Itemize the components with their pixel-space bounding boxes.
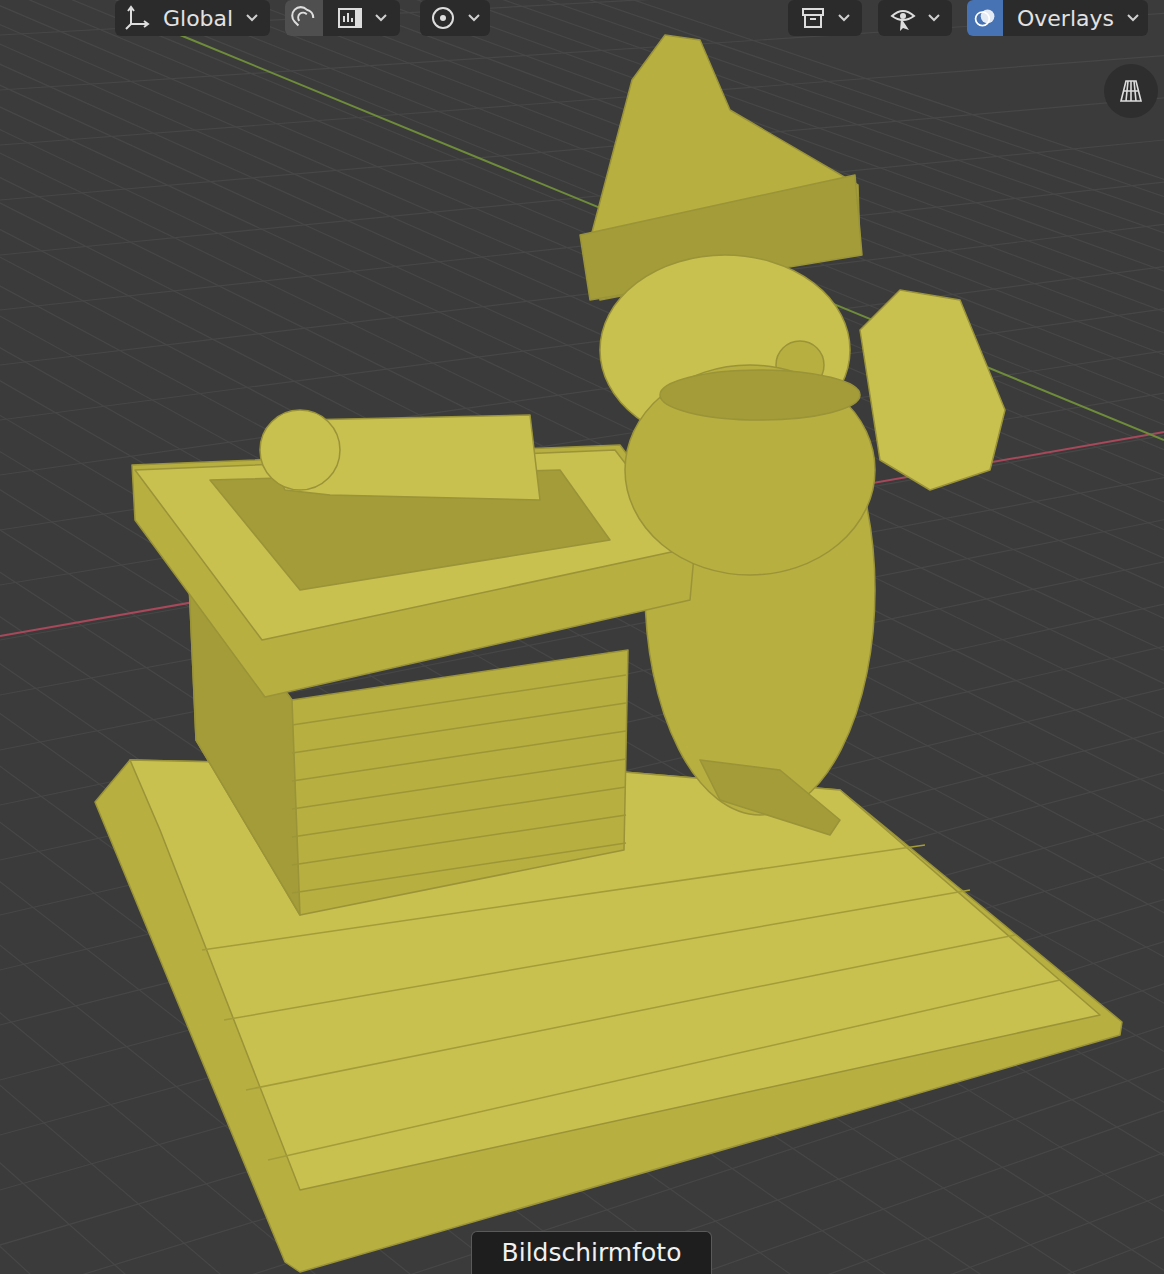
screenshot-tooltip: Bildschirmfoto — [471, 1231, 712, 1274]
chevron-down-icon — [467, 13, 481, 23]
snap-increment-icon — [336, 4, 364, 32]
transform-axes-icon — [123, 4, 151, 32]
overlays-toggle[interactable] — [967, 0, 1003, 36]
overlays-label: Overlays — [1017, 6, 1114, 31]
orientation-dropdown[interactable]: Global — [115, 0, 270, 36]
chevron-down-icon — [1126, 13, 1140, 23]
chevron-down-icon — [837, 13, 851, 23]
orientation-label: Global — [163, 6, 233, 31]
gizmos-dropdown[interactable] — [878, 0, 952, 36]
viewport-header: Global Overlays — [0, 0, 1164, 38]
snap-toggle[interactable] — [285, 0, 323, 36]
overlays-group: Overlays — [967, 0, 1148, 36]
collection-box-icon — [799, 4, 827, 32]
gizmo-eye-icon — [889, 4, 917, 32]
gnome-model[interactable] — [95, 35, 1122, 1272]
tooltip-label: Bildschirmfoto — [502, 1238, 682, 1267]
chevron-down-icon — [927, 13, 941, 23]
overlays-icon — [973, 4, 997, 32]
snap-target-dropdown[interactable] — [323, 0, 400, 36]
object-types-dropdown[interactable] — [788, 0, 862, 36]
proportional-editing-dropdown[interactable] — [420, 0, 490, 36]
scene-canvas[interactable] — [0, 0, 1164, 1274]
3d-viewport[interactable]: Global Overlays Bildschirmfoto — [0, 0, 1164, 1274]
proportional-editing-icon — [429, 4, 457, 32]
overlays-dropdown[interactable]: Overlays — [1003, 0, 1148, 36]
magnet-icon — [291, 4, 317, 32]
perspective-toggle[interactable] — [1104, 64, 1158, 118]
perspective-grid-icon — [1115, 77, 1147, 105]
floor-grid — [0, 0, 1164, 1274]
chevron-down-icon — [374, 13, 388, 23]
chevron-down-icon — [245, 13, 259, 23]
snap-group — [285, 0, 400, 36]
